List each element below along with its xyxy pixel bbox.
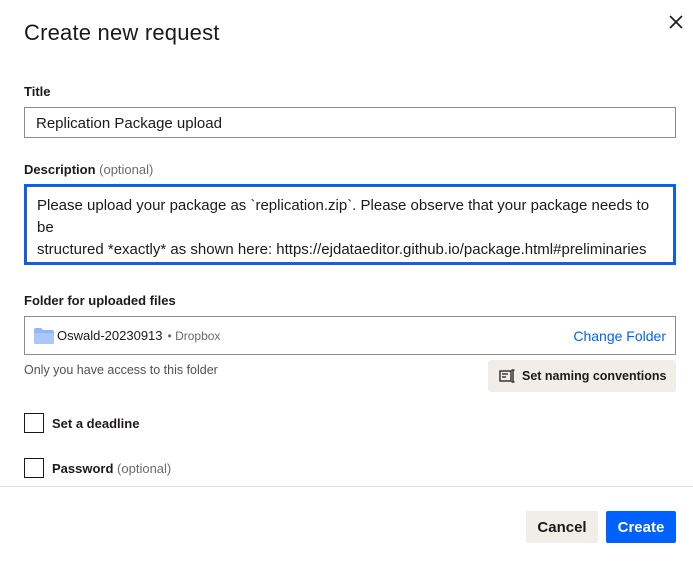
password-option[interactable]: Password (optional) — [24, 458, 171, 478]
change-folder-link[interactable]: Change Folder — [573, 328, 666, 344]
naming-conventions-icon — [499, 369, 515, 383]
naming-conventions-label: Set naming conventions — [522, 369, 667, 383]
description-line-2: structured *exactly* as shown here: http… — [37, 241, 647, 258]
description-line-1: Please upload your package as `replicati… — [37, 197, 650, 236]
folder-field: Oswald-20230913 • Dropbox Change Folder — [24, 316, 676, 355]
folder-icon — [34, 327, 54, 344]
password-label: Password (optional) — [52, 461, 171, 476]
title-label: Title — [24, 84, 51, 99]
deadline-option[interactable]: Set a deadline — [24, 413, 139, 433]
folder-access-note: Only you have access to this folder — [24, 363, 218, 377]
deadline-checkbox[interactable] — [24, 413, 44, 433]
description-textarea[interactable]: Please upload your package as `replicati… — [24, 184, 676, 265]
password-checkbox[interactable] — [24, 458, 44, 478]
create-button[interactable]: Create — [606, 511, 676, 543]
folder-label: Folder for uploaded files — [24, 293, 176, 308]
description-label: Description (optional) — [24, 162, 153, 177]
title-input[interactable]: Replication Package upload — [24, 107, 676, 138]
dialog-title: Create new request — [24, 20, 220, 45]
close-button[interactable] — [664, 10, 688, 34]
password-optional: (optional) — [117, 460, 172, 476]
create-request-dialog: Create new request Title Replication Pac… — [0, 0, 693, 567]
cancel-button[interactable]: Cancel — [526, 511, 598, 543]
description-label-text: Description — [24, 162, 96, 177]
close-icon — [669, 15, 683, 29]
deadline-label: Set a deadline — [52, 415, 140, 431]
set-naming-conventions-button[interactable]: Set naming conventions — [488, 360, 676, 392]
password-label-text: Password — [52, 460, 114, 476]
description-optional: (optional) — [99, 162, 154, 177]
footer-divider — [0, 486, 693, 487]
folder-name: Oswald-20230913 — [57, 328, 163, 343]
folder-source: • Dropbox — [167, 328, 221, 343]
